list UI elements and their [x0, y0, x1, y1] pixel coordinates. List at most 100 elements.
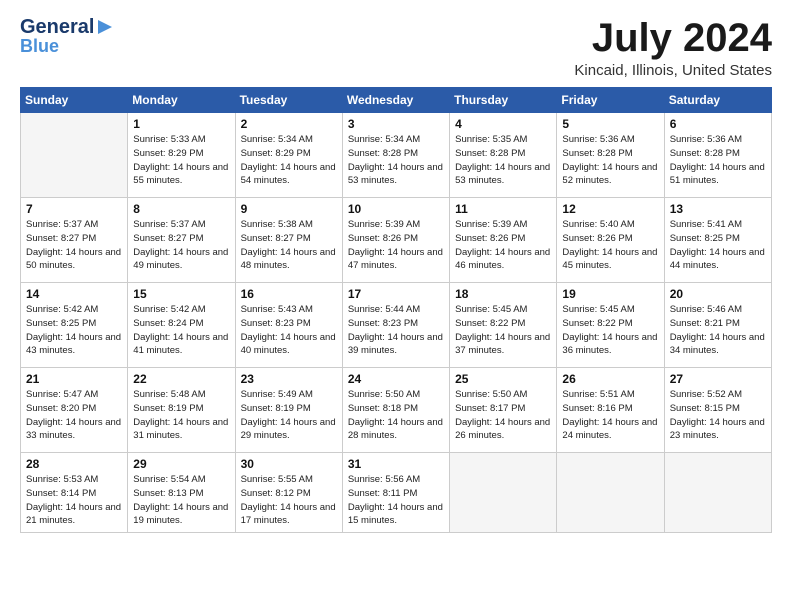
day-info: Sunrise: 5:42 AMSunset: 8:25 PMDaylight:… [26, 303, 122, 358]
calendar-cell: 8 Sunrise: 5:37 AMSunset: 8:27 PMDaylight… [128, 198, 235, 283]
calendar-header-saturday: Saturday [664, 88, 771, 113]
day-number: 31 [348, 457, 444, 471]
day-info: Sunrise: 5:50 AMSunset: 8:17 PMDaylight:… [455, 388, 551, 443]
calendar-cell [557, 453, 664, 533]
day-info: Sunrise: 5:45 AMSunset: 8:22 PMDaylight:… [562, 303, 658, 358]
day-number: 17 [348, 287, 444, 301]
day-number: 4 [455, 117, 551, 131]
day-info: Sunrise: 5:41 AMSunset: 8:25 PMDaylight:… [670, 218, 766, 273]
logo-arrow-icon [96, 18, 114, 36]
calendar-cell: 9Sunrise: 5:38 AMSunset: 8:27 PMDaylight… [235, 198, 342, 283]
day-number: 3 [348, 117, 444, 131]
day-info: Sunrise: 5:45 AMSunset: 8:22 PMDaylight:… [455, 303, 551, 358]
day-number: 20 [670, 287, 766, 301]
calendar-cell: 28 Sunrise: 5:53 AMSunset: 8:14 PMDayligh… [21, 453, 128, 533]
calendar-cell: 1 Sunrise: 5:33 AMSunset: 8:29 PMDaylight… [128, 113, 235, 198]
header: General Blue July 2024 Kincaid, Illinois… [20, 16, 772, 79]
day-info: Sunrise: 5:50 AMSunset: 8:18 PMDaylight:… [348, 388, 444, 443]
day-info: Sunrise: 5:33 AMSunset: 8:29 PMDaylight:… [133, 133, 229, 188]
day-number: 8 [133, 202, 229, 216]
calendar-cell: 3 Sunrise: 5:34 AMSunset: 8:28 PMDaylight… [342, 113, 449, 198]
calendar-cell: 22Sunrise: 5:48 AMSunset: 8:19 PMDayligh… [128, 368, 235, 453]
calendar-header-monday: Monday [128, 88, 235, 113]
day-number: 29 [133, 457, 229, 471]
calendar-cell: 12Sunrise: 5:40 AMSunset: 8:26 PMDayligh… [557, 198, 664, 283]
day-info: Sunrise: 5:39 AMSunset: 8:26 PMDaylight:… [455, 218, 551, 273]
calendar-cell: 30 Sunrise: 5:55 AMSunset: 8:12 PMDayligh… [235, 453, 342, 533]
day-number: 10 [348, 202, 444, 216]
calendar-cell: 29 Sunrise: 5:54 AMSunset: 8:13 PMDayligh… [128, 453, 235, 533]
day-number: 13 [670, 202, 766, 216]
day-info: Sunrise: 5:54 AMSunset: 8:13 PMDaylight:… [133, 473, 229, 528]
day-number: 1 [133, 117, 229, 131]
page: General Blue July 2024 Kincaid, Illinois… [0, 0, 792, 612]
day-number: 19 [562, 287, 658, 301]
day-info: Sunrise: 5:49 AMSunset: 8:19 PMDaylight:… [241, 388, 337, 443]
month-title: July 2024 [574, 16, 772, 60]
day-info: Sunrise: 5:36 AMSunset: 8:28 PMDaylight:… [670, 133, 766, 188]
day-number: 23 [241, 372, 337, 386]
day-info: Sunrise: 5:52 AMSunset: 8:15 PMDaylight:… [670, 388, 766, 443]
calendar-cell [664, 453, 771, 533]
calendar-cell: 27 Sunrise: 5:52 AMSunset: 8:15 PMDayligh… [664, 368, 771, 453]
day-number: 9 [241, 202, 337, 216]
day-number: 18 [455, 287, 551, 301]
location: Kincaid, Illinois, United States [574, 62, 772, 79]
day-number: 14 [26, 287, 122, 301]
day-number: 15 [133, 287, 229, 301]
title-area: July 2024 Kincaid, Illinois, United Stat… [574, 16, 772, 79]
day-info: Sunrise: 5:34 AMSunset: 8:29 PMDaylight:… [241, 133, 337, 188]
calendar-cell: 24Sunrise: 5:50 AMSunset: 8:18 PMDayligh… [342, 368, 449, 453]
calendar-cell: 31 Sunrise: 5:56 AMSunset: 8:11 PMDayligh… [342, 453, 449, 533]
calendar-cell: 17 Sunrise: 5:44 AMSunset: 8:23 PMDayligh… [342, 283, 449, 368]
day-info: Sunrise: 5:46 AMSunset: 8:21 PMDaylight:… [670, 303, 766, 358]
calendar-cell [450, 453, 557, 533]
calendar-cell: 6 Sunrise: 5:36 AMSunset: 8:28 PMDaylight… [664, 113, 771, 198]
calendar-header-friday: Friday [557, 88, 664, 113]
calendar-cell: 21Sunrise: 5:47 AMSunset: 8:20 PMDayligh… [21, 368, 128, 453]
day-number: 30 [241, 457, 337, 471]
day-number: 5 [562, 117, 658, 131]
day-number: 6 [670, 117, 766, 131]
calendar-header-row: SundayMondayTuesdayWednesdayThursdayFrid… [21, 88, 772, 113]
calendar-cell: 19 Sunrise: 5:45 AMSunset: 8:22 PMDayligh… [557, 283, 664, 368]
calendar-cell: 25Sunrise: 5:50 AMSunset: 8:17 PMDayligh… [450, 368, 557, 453]
calendar-cell: 18 Sunrise: 5:45 AMSunset: 8:22 PMDayligh… [450, 283, 557, 368]
day-number: 22 [133, 372, 229, 386]
day-info: Sunrise: 5:55 AMSunset: 8:12 PMDaylight:… [241, 473, 337, 528]
logo-blue: Blue [20, 37, 59, 55]
calendar-week-row-1: 1 Sunrise: 5:33 AMSunset: 8:29 PMDaylight… [21, 113, 772, 198]
calendar-cell: 23 Sunrise: 5:49 AMSunset: 8:19 PMDayligh… [235, 368, 342, 453]
calendar-cell: 26Sunrise: 5:51 AMSunset: 8:16 PMDayligh… [557, 368, 664, 453]
day-number: 7 [26, 202, 122, 216]
day-info: Sunrise: 5:40 AMSunset: 8:26 PMDaylight:… [562, 218, 658, 273]
day-info: Sunrise: 5:35 AMSunset: 8:28 PMDaylight:… [455, 133, 551, 188]
calendar-header-sunday: Sunday [21, 88, 128, 113]
day-number: 27 [670, 372, 766, 386]
day-info: Sunrise: 5:47 AMSunset: 8:20 PMDaylight:… [26, 388, 122, 443]
day-info: Sunrise: 5:42 AMSunset: 8:24 PMDaylight:… [133, 303, 229, 358]
calendar-week-row-5: 28 Sunrise: 5:53 AMSunset: 8:14 PMDayligh… [21, 453, 772, 533]
day-info: Sunrise: 5:56 AMSunset: 8:11 PMDaylight:… [348, 473, 444, 528]
day-info: Sunrise: 5:53 AMSunset: 8:14 PMDaylight:… [26, 473, 122, 528]
calendar-cell [21, 113, 128, 198]
day-number: 16 [241, 287, 337, 301]
day-number: 28 [26, 457, 122, 471]
day-info: Sunrise: 5:37 AMSunset: 8:27 PMDaylight:… [133, 218, 229, 273]
calendar-cell: 16Sunrise: 5:43 AMSunset: 8:23 PMDayligh… [235, 283, 342, 368]
day-info: Sunrise: 5:44 AMSunset: 8:23 PMDaylight:… [348, 303, 444, 358]
calendar-header-wednesday: Wednesday [342, 88, 449, 113]
day-info: Sunrise: 5:39 AMSunset: 8:26 PMDaylight:… [348, 218, 444, 273]
calendar-cell: 15 Sunrise: 5:42 AMSunset: 8:24 PMDayligh… [128, 283, 235, 368]
calendar-cell: 11 Sunrise: 5:39 AMSunset: 8:26 PMDayligh… [450, 198, 557, 283]
calendar-cell: 2 Sunrise: 5:34 AMSunset: 8:29 PMDaylight… [235, 113, 342, 198]
calendar-cell: 14 Sunrise: 5:42 AMSunset: 8:25 PMDayligh… [21, 283, 128, 368]
day-number: 2 [241, 117, 337, 131]
logo: General Blue [20, 16, 114, 55]
calendar-cell: 13 Sunrise: 5:41 AMSunset: 8:25 PMDayligh… [664, 198, 771, 283]
day-info: Sunrise: 5:34 AMSunset: 8:28 PMDaylight:… [348, 133, 444, 188]
day-number: 11 [455, 202, 551, 216]
day-info: Sunrise: 5:37 AMSunset: 8:27 PMDaylight:… [26, 218, 122, 273]
calendar: SundayMondayTuesdayWednesdayThursdayFrid… [20, 87, 772, 533]
calendar-cell: 7 Sunrise: 5:37 AMSunset: 8:27 PMDaylight… [21, 198, 128, 283]
